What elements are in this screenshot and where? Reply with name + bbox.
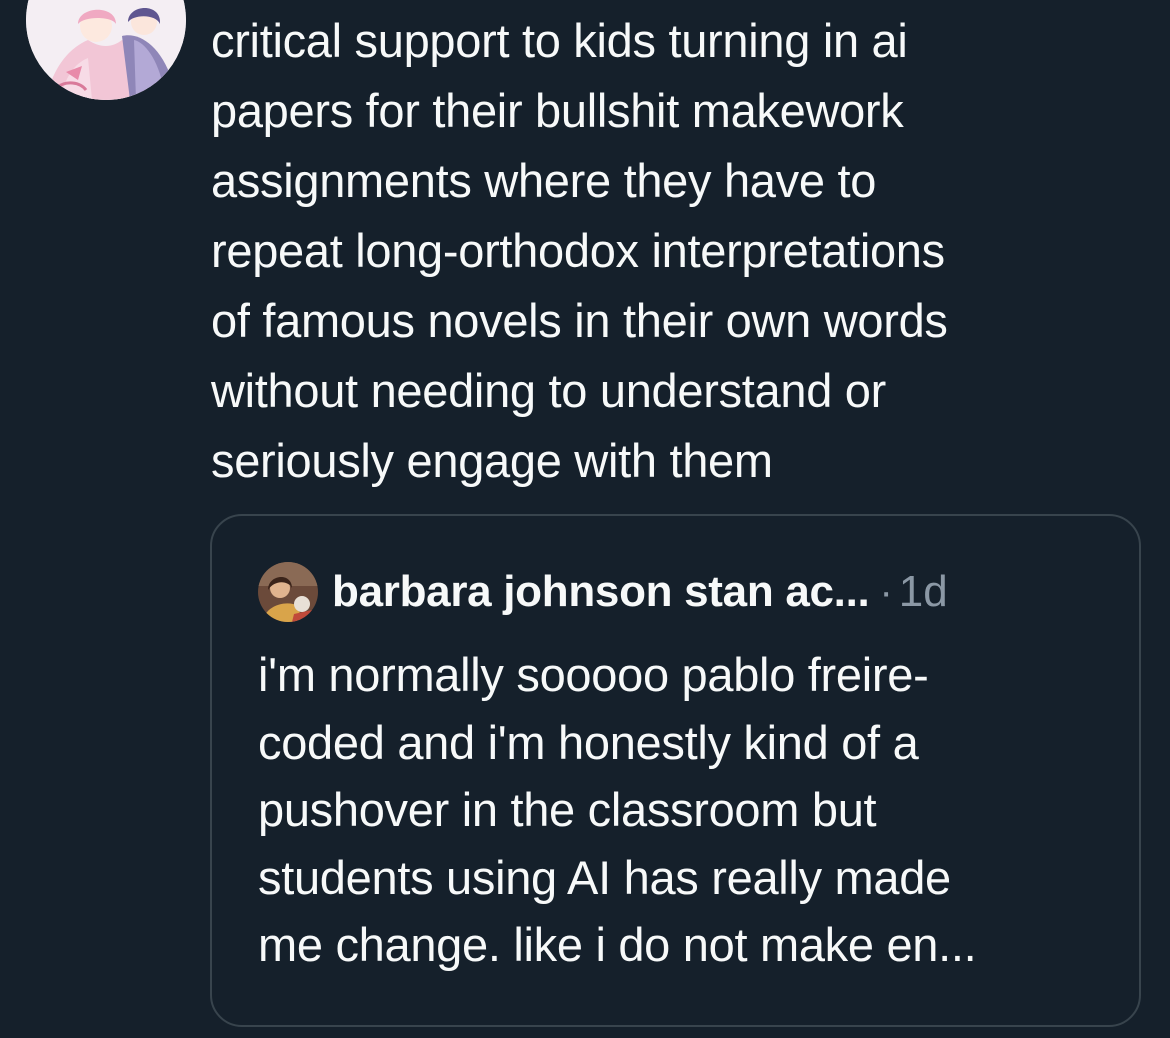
quoted-tweet-header: barbara johnson stan ac... · 1d [258,560,948,624]
photo-avatar-icon [258,562,318,622]
quoted-author-name[interactable]: barbara johnson stan ac... [332,567,870,617]
author-avatar[interactable] [26,0,186,100]
tweet-text: critical support to kids turning in ai p… [211,14,948,487]
quoted-tweet-card[interactable]: barbara johnson stan ac... · 1d i'm norm… [210,514,1141,1027]
header-separator: · [879,569,893,614]
anime-avatar-icon [26,0,186,100]
quoted-author-avatar[interactable] [258,562,318,622]
quoted-timestamp[interactable]: 1d [899,567,948,617]
quoted-tweet-text: i'm normally sooooo pablo freire- coded … [258,648,977,971]
